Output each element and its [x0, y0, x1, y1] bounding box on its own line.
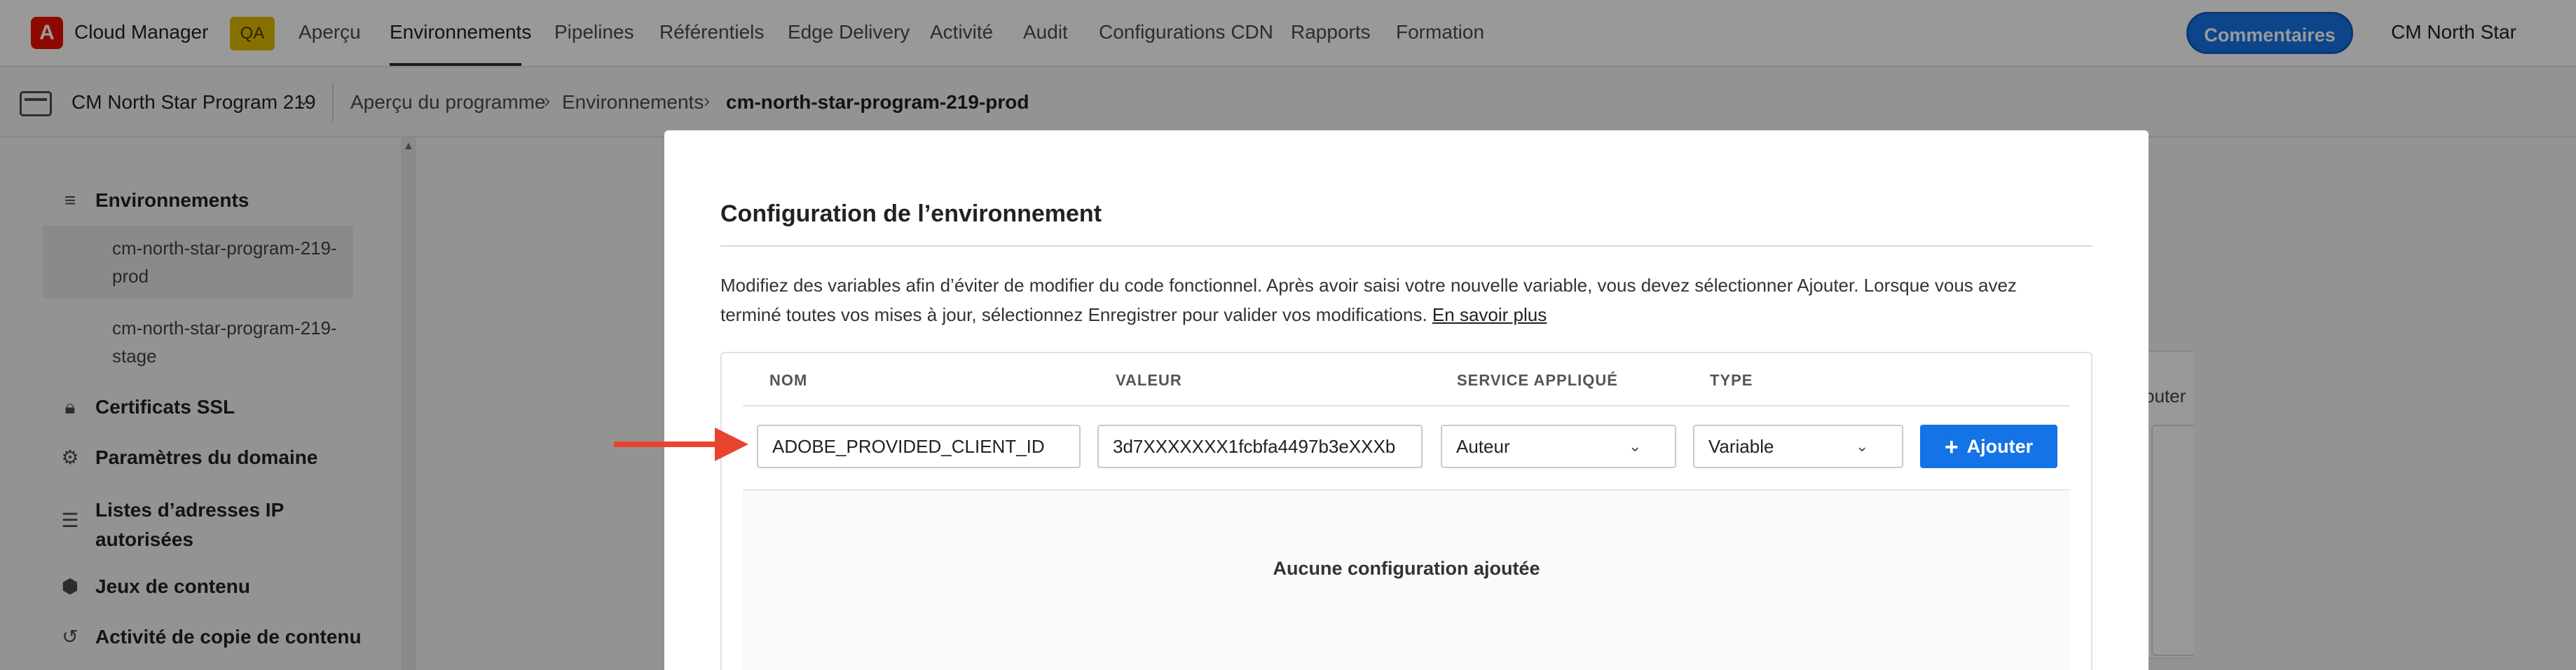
dialog-title: Configuration de l’environnement — [720, 200, 1102, 227]
table-header-divider — [743, 405, 2070, 406]
variable-value-input[interactable]: 3d7XXXXXXX1fcbfa4497b3eXXXb — [1097, 425, 1423, 468]
column-header-type: TYPE — [1710, 371, 1753, 389]
column-header-value: VALEUR — [1116, 371, 1182, 389]
annotation-arrow-shaft — [614, 442, 718, 447]
dialog-description: Modifiez des variables afin d’éviter de … — [720, 271, 2052, 329]
annotation-arrow-icon — [715, 428, 748, 461]
empty-state-message: Aucune configuration ajoutée — [1273, 558, 1540, 579]
column-header-service: SERVICE APPLIQUÉ — [1457, 371, 1618, 389]
type-select[interactable]: Variable — [1693, 425, 1903, 468]
add-button-label: Ajouter — [1966, 436, 2034, 457]
chevron-down-icon[interactable]: ⌄ — [1629, 437, 1641, 456]
add-variable-button[interactable]: + Ajouter — [1920, 425, 2057, 468]
environment-config-dialog: Configuration de l’environnement Modifie… — [664, 130, 2149, 670]
dialog-title-divider — [720, 245, 2092, 247]
learn-more-link[interactable]: En savoir plus — [1432, 304, 1547, 325]
plus-icon: + — [1944, 434, 1959, 460]
empty-state-panel: Aucune configuration ajoutée — [743, 491, 2070, 670]
variable-name-input[interactable]: ADOBE_PROVIDED_CLIENT_ID — [757, 425, 1081, 468]
column-header-name: NOM — [769, 371, 808, 389]
dialog-description-text: Modifiez des variables afin d’éviter de … — [720, 275, 2017, 325]
chevron-down-icon[interactable]: ⌄ — [1856, 437, 1868, 456]
